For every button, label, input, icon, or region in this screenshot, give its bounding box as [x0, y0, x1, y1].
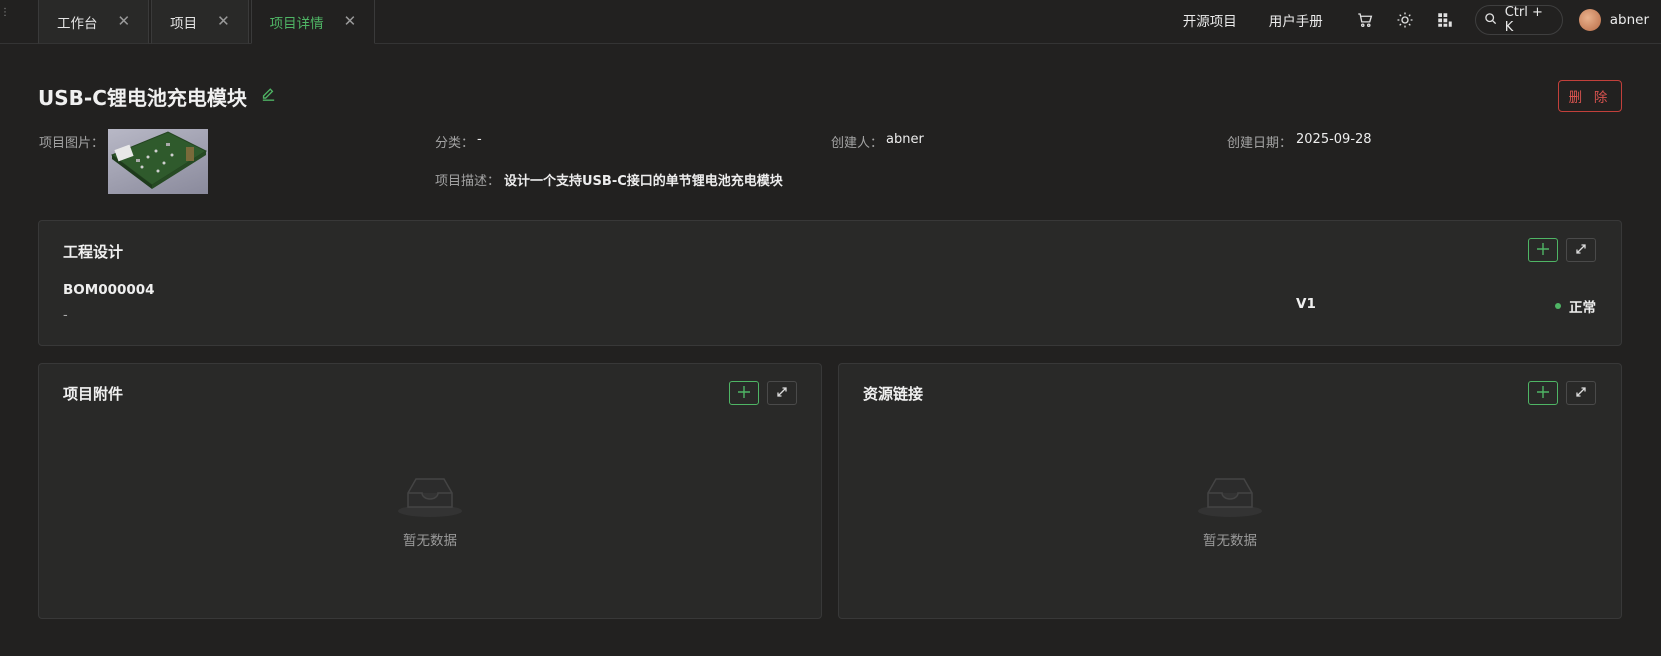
tab-label: 项目 [170, 15, 198, 32]
user-manual-link[interactable]: 用户手册 [1269, 10, 1323, 30]
resources-empty-state: 暂无数据 [1170, 475, 1290, 549]
expand-resources-button[interactable] [1566, 381, 1596, 405]
open-source-link[interactable]: 开源项目 [1183, 10, 1237, 30]
resource-links-title: 资源链接 [863, 385, 924, 403]
empty-inbox-icon [398, 475, 462, 521]
close-icon[interactable]: ✕ [217, 14, 230, 29]
expand-icon [1575, 386, 1587, 401]
username[interactable]: abner [1610, 12, 1649, 28]
bom-version: V1 [1296, 296, 1316, 312]
description-value: 设计一个支持USB-C接口的单节锂电池充电模块 [504, 174, 783, 189]
tab-project-detail[interactable]: 项目详情 ✕ [250, 0, 376, 44]
top-right-toolbar: 开源项目 用户手册 Ctrl + K abner [1183, 0, 1661, 40]
add-attachment-button[interactable] [729, 381, 759, 405]
avatar[interactable] [1578, 9, 1601, 31]
plus-icon [737, 385, 751, 402]
empty-text: 暂无数据 [403, 533, 457, 549]
tab-bar: 工作台 ✕ 项目 ✕ 项目详情 ✕ [38, 0, 377, 44]
category-value: - [477, 132, 482, 147]
bom-description: - [63, 308, 68, 323]
delete-button[interactable]: 删 除 [1558, 80, 1622, 112]
creator-label: 创建人： [831, 136, 884, 151]
status-text: 正常 [1569, 300, 1596, 316]
add-resource-button[interactable] [1528, 381, 1558, 405]
tab-label: 工作台 [57, 15, 98, 32]
cart-icon[interactable] [1355, 10, 1375, 30]
description-label: 项目描述： [435, 174, 501, 189]
edit-icon[interactable] [260, 86, 277, 107]
sun-icon[interactable] [1395, 10, 1415, 30]
empty-inbox-icon [1198, 475, 1262, 521]
attachments-title: 项目附件 [63, 385, 124, 403]
created-date-value: 2025-09-28 [1296, 132, 1372, 147]
close-icon[interactable]: ✕ [344, 14, 357, 29]
expand-attachments-button[interactable] [767, 381, 797, 405]
expand-icon [1575, 243, 1587, 258]
engineering-design-card [38, 220, 1622, 346]
expand-design-button[interactable] [1566, 238, 1596, 262]
created-date-label: 创建日期： [1227, 136, 1293, 151]
category-label: 分类： [435, 136, 475, 151]
status-dot [1555, 303, 1561, 309]
project-thumbnail[interactable] [108, 129, 208, 194]
attachments-empty-state: 暂无数据 [370, 475, 490, 549]
project-image-label: 项目图片： [39, 136, 105, 151]
sidebar-collapse-handle[interactable]: ⋮ [0, 8, 10, 22]
add-design-button[interactable] [1528, 238, 1558, 262]
top-bar: ⋮ 工作台 ✕ 项目 ✕ 项目详情 ✕ 开源项目 用户手册 Ctrl + K a… [0, 0, 1661, 44]
bom-code[interactable]: BOM000004 [63, 282, 155, 298]
empty-text: 暂无数据 [1203, 533, 1257, 549]
engineering-design-title: 工程设计 [63, 243, 124, 261]
status-badge: 正常 [1555, 296, 1596, 316]
page-title: USB-C锂电池充电模块 [38, 86, 247, 110]
search-icon [1484, 12, 1497, 29]
tab-label: 项目详情 [269, 15, 324, 32]
expand-icon [776, 386, 788, 401]
global-search-button[interactable]: Ctrl + K [1474, 5, 1563, 35]
plus-icon [1536, 385, 1550, 402]
plus-icon [1536, 242, 1550, 259]
apps-icon[interactable] [1435, 10, 1455, 30]
search-shortcut: Ctrl + K [1504, 5, 1543, 35]
close-icon[interactable]: ✕ [118, 14, 131, 29]
creator-value: abner [886, 132, 924, 147]
tab-projects[interactable]: 项目 ✕ [151, 0, 249, 44]
tab-workbench[interactable]: 工作台 ✕ [38, 0, 150, 44]
